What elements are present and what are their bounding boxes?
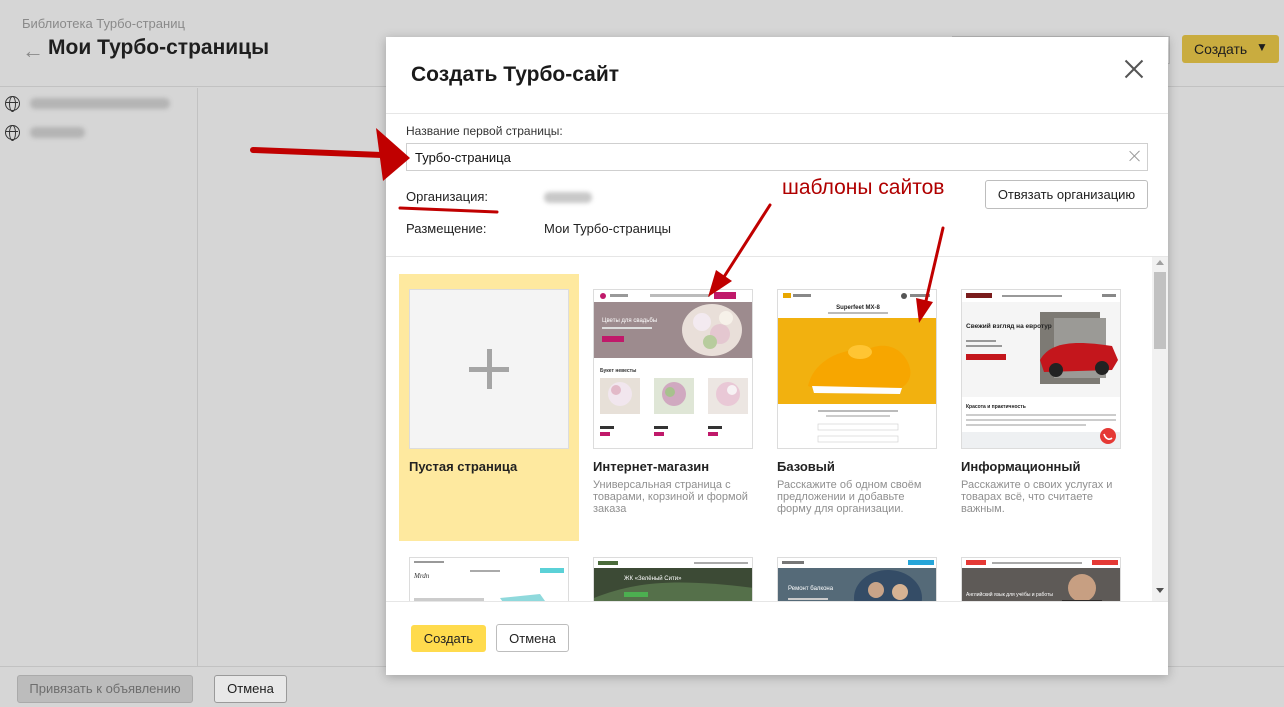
sidebar-item[interactable] <box>5 94 170 112</box>
scroll-up-arrow-icon[interactable] <box>1156 260 1164 265</box>
row2-1-text: Mrdn <box>413 572 430 580</box>
row2-3-text: Ремонт балкона <box>788 586 834 592</box>
template-description: Расскажите о своих услугах и товарах всё… <box>961 479 1113 515</box>
template-thumbnail <box>409 289 569 449</box>
sidebar-item[interactable] <box>5 123 85 141</box>
templates-grid: Пустая страница Цветы для свадьбы Букет … <box>386 257 1168 601</box>
row2-preview-1: Mrdn <box>410 558 568 601</box>
placement-label: Размещение: <box>406 221 487 236</box>
template-description: Расскажите об одном своём предложении и … <box>777 479 922 515</box>
info-section-text: Красота и практичность <box>966 404 1026 410</box>
globe-icon <box>5 124 20 141</box>
template-thumbnail: Цветы для свадьбы Букет невесты <box>593 289 753 449</box>
create-dropdown-button[interactable]: Создать ▼ <box>1182 35 1279 63</box>
breadcrumb[interactable]: Библиотека Турбо-страниц <box>22 16 185 31</box>
create-button[interactable]: Создать <box>411 625 486 652</box>
template-thumbnail: Ремонт балкона <box>777 557 937 601</box>
plus-icon <box>469 349 509 389</box>
template-row2-3[interactable]: Ремонт балкона <box>767 542 947 601</box>
close-icon[interactable] <box>1122 57 1146 81</box>
row2-2-text: ЖК «Зелёный Сити» <box>624 575 682 582</box>
sidebar <box>0 88 198 666</box>
back-arrow-icon[interactable]: ← <box>22 38 44 64</box>
template-info[interactable]: Свежий взгляд на евротур Красота и практ… <box>951 274 1131 541</box>
create-turbo-site-dialog: Создать Турбо-сайт Название первой стран… <box>386 37 1168 675</box>
page-name-input[interactable] <box>406 143 1148 171</box>
row2-4-text: Английский язык для учёбы и работы <box>966 591 1053 598</box>
organization-label: Организация: <box>406 189 489 204</box>
arrow-to-input <box>250 147 386 158</box>
bind-to-ad-button[interactable]: Привязать к объявлению <box>17 675 193 703</box>
page-name-label: Название первой страницы: <box>406 124 563 138</box>
template-description: Универсальная страница с товарами, корзи… <box>593 479 748 515</box>
template-blank[interactable]: Пустая страница <box>399 274 579 541</box>
template-row2-2[interactable]: ЖК «Зелёный Сити» <box>583 542 763 601</box>
globe-icon <box>5 95 20 112</box>
basic-title-text: Superfeet MX-8 <box>836 305 880 311</box>
unbind-organization-button[interactable]: Отвязать организацию <box>985 180 1148 209</box>
shop-section-text: Букет невесты <box>600 368 636 374</box>
row2-preview-4: Английский язык для учёбы и работы <box>962 558 1120 601</box>
clear-input-icon[interactable] <box>1128 149 1142 163</box>
shop-hero-text: Цветы для свадьбы <box>602 318 657 324</box>
template-name: Пустая страница <box>409 459 518 474</box>
template-thumbnail: Свежий взгляд на евротур Красота и практ… <box>961 289 1121 449</box>
chevron-down-icon: ▼ <box>1256 40 1268 54</box>
divider <box>386 601 1168 602</box>
template-shop[interactable]: Цветы для свадьбы Букет невесты Интернет… <box>583 274 763 541</box>
annotation-templates-label: шаблоны сайтов <box>782 176 945 199</box>
scroll-thumb[interactable] <box>1154 272 1166 349</box>
template-thumbnail: Mrdn <box>409 557 569 601</box>
page-title: Мои Турбо-страницы <box>48 36 270 59</box>
template-name: Информационный <box>961 459 1081 474</box>
template-basic[interactable]: Superfeet MX-8 Базовый Расскажите об одн… <box>767 274 947 541</box>
dialog-title: Создать Турбо-сайт <box>411 63 620 86</box>
row2-preview-2: ЖК «Зелёный Сити» <box>594 558 752 601</box>
template-row2-4[interactable]: Английский язык для учёбы и работы <box>951 542 1131 601</box>
blurred-text <box>30 126 85 138</box>
info-preview-image: Свежий взгляд на евротур Красота и практ… <box>962 290 1120 448</box>
blurred-text <box>30 97 170 109</box>
template-row2-1[interactable]: Mrdn <box>399 542 579 601</box>
cancel-button[interactable]: Отмена <box>496 624 569 652</box>
template-thumbnail: Английский язык для учёбы и работы <box>961 557 1121 601</box>
template-thumbnail: Superfeet MX-8 <box>777 289 937 449</box>
info-hero-text: Свежий взгляд на евротур <box>966 322 1052 330</box>
template-thumbnail: ЖК «Зелёный Сити» <box>593 557 753 601</box>
templates-scrollbar[interactable] <box>1152 257 1168 601</box>
create-label: Создать <box>1194 41 1248 57</box>
scroll-down-arrow-icon[interactable] <box>1156 588 1164 593</box>
shop-preview-image: Цветы для свадьбы Букет невесты <box>594 290 752 436</box>
placement-value: Мои Турбо-страницы <box>544 221 672 236</box>
organization-value-blurred <box>544 192 592 203</box>
row2-preview-3: Ремонт балкона <box>778 558 936 601</box>
bg-cancel-button[interactable]: Отмена <box>214 675 287 703</box>
divider <box>386 113 1168 114</box>
template-name: Базовый <box>777 459 835 474</box>
basic-preview-image: Superfeet MX-8 <box>778 290 936 443</box>
template-name: Интернет-магазин <box>593 459 710 474</box>
